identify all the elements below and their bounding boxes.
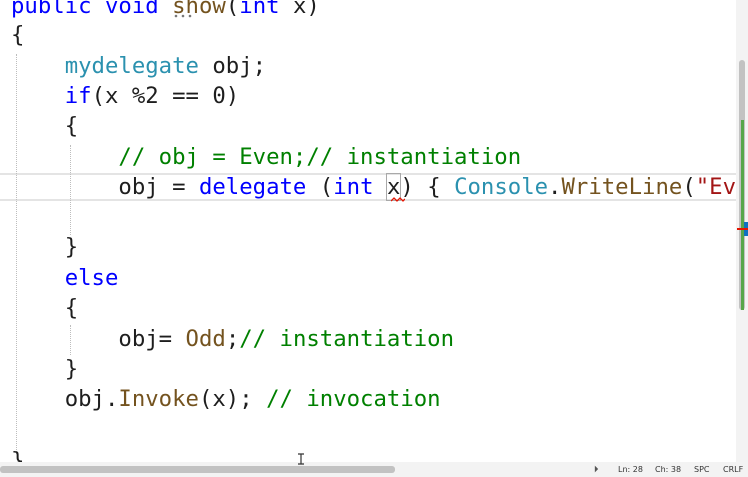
code-line: { bbox=[11, 293, 78, 323]
code-line: } bbox=[11, 448, 25, 462]
code-line: mydelegate obj; bbox=[11, 51, 266, 81]
code-token: obj= bbox=[118, 326, 186, 352]
code-token: . bbox=[548, 174, 562, 200]
code-token: (x %2 == 0) bbox=[91, 83, 240, 109]
code-line: } bbox=[11, 232, 78, 262]
code-editor[interactable]: public void show(int x) { mydelegate obj… bbox=[0, 0, 736, 462]
error-marker bbox=[737, 228, 748, 230]
code-token: Console bbox=[454, 174, 549, 200]
code-token: } bbox=[64, 356, 79, 382]
code-token: ) bbox=[306, 0, 320, 19]
code-token: } bbox=[64, 234, 79, 260]
code-token: int bbox=[333, 174, 374, 200]
code-token: mydelegate bbox=[64, 53, 199, 79]
code-line: else bbox=[11, 263, 119, 293]
code-comment: // invocation bbox=[266, 386, 441, 412]
code-line: public void show(int x) bbox=[11, 0, 320, 21]
code-line: } bbox=[11, 354, 78, 384]
code-line: obj = delegate (int x) { Console.WriteLi… bbox=[11, 172, 736, 202]
code-comment: // obj = Even;// instantiation bbox=[118, 144, 522, 170]
code-token: obj; bbox=[198, 53, 267, 79]
code-token: int bbox=[239, 0, 280, 19]
error-squiggle bbox=[391, 197, 405, 202]
code-token: obj. bbox=[64, 386, 119, 412]
code-token: Odd bbox=[185, 326, 226, 352]
code-lens-dots-icon[interactable] bbox=[174, 14, 192, 18]
code-token: ; bbox=[225, 326, 240, 352]
code-token: { bbox=[64, 113, 79, 139]
change-marker bbox=[741, 120, 744, 310]
code-line: obj.Invoke(x); // invocation bbox=[11, 384, 441, 414]
editor-status-bar: Ln: 28 Ch: 38 SPC CRLF bbox=[590, 462, 748, 477]
expand-arrow-icon[interactable] bbox=[594, 465, 599, 473]
code-token: delegate bbox=[198, 174, 307, 200]
code-token: obj = bbox=[118, 174, 199, 200]
column-indicator[interactable]: Ch: 38 bbox=[655, 465, 681, 474]
horizontal-scrollbar-thumb[interactable] bbox=[0, 466, 395, 473]
code-token: { bbox=[64, 295, 79, 321]
code-line: if(x %2 == 0) bbox=[11, 81, 240, 111]
code-token: "Ev bbox=[695, 174, 736, 200]
code-token: else bbox=[64, 265, 119, 291]
code-comment: // instantiation bbox=[239, 326, 455, 352]
code-token: if bbox=[64, 83, 92, 109]
code-line: { bbox=[11, 22, 25, 48]
code-token: WriteLine bbox=[561, 174, 683, 200]
code-token: void bbox=[104, 0, 159, 19]
whitespace-indicator[interactable]: SPC bbox=[694, 465, 710, 474]
code-token: (x); bbox=[198, 386, 267, 412]
code-line: obj= Odd;// instantiation bbox=[11, 324, 454, 354]
code-token: ) { bbox=[400, 174, 455, 200]
code-token: public bbox=[11, 0, 92, 19]
code-token: ( bbox=[306, 174, 334, 200]
code-token: Invoke bbox=[118, 386, 199, 412]
code-token: x bbox=[292, 0, 307, 19]
ibeam-cursor-icon bbox=[298, 453, 304, 465]
code-line: // obj = Even;// instantiation bbox=[11, 142, 521, 172]
line-ending-indicator[interactable]: CRLF bbox=[723, 465, 743, 474]
line-number-indicator[interactable]: Ln: 28 bbox=[618, 465, 643, 474]
code-line: { bbox=[11, 111, 78, 141]
code-token: ( bbox=[682, 174, 696, 200]
